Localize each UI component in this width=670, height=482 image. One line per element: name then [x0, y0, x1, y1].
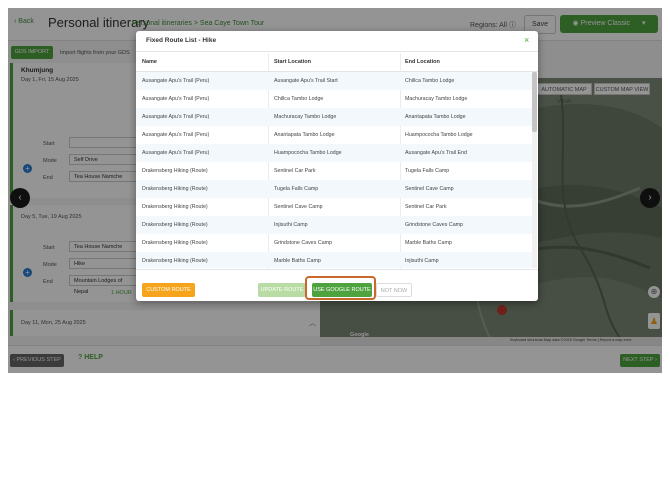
route-end-cell: Sentinel Car Park	[405, 204, 447, 210]
not-now-button[interactable]: NOT NOW	[376, 283, 412, 297]
route-start-cell: Marble Baths Camp	[274, 258, 321, 264]
route-start-cell: Sentinel Car Park	[274, 168, 316, 174]
route-name-cell: Ausangate Apu's Trail (Peru)	[142, 150, 210, 156]
modal-header: Fixed Route List - Hike ×	[136, 31, 538, 52]
route-start-cell: Machuracay Tambo Lodge	[274, 114, 337, 120]
route-end-cell: Machuracay Tambo Lodge	[405, 96, 468, 102]
route-row[interactable]: Ausangate Apu's Trail (Peru) Anantapata T…	[136, 126, 532, 144]
route-name-cell: Ausangate Apu's Trail (Peru)	[142, 96, 210, 102]
route-name-cell: Ausangate Apu's Trail (Peru)	[142, 114, 210, 120]
route-start-cell: Huampococha Tambo Lodge	[274, 150, 342, 156]
route-start-cell: Ausangate Apu's Trail Start	[274, 78, 338, 84]
route-row[interactable]: Drakensberg Hiking (Route) Injisuthi Camp…	[136, 216, 532, 234]
route-table-header: Name Start Location End Location	[136, 53, 538, 72]
route-row[interactable]: Ausangate Apu's Trail (Peru) Chillca Tamb…	[136, 90, 532, 108]
column-header-end: End Location	[405, 59, 440, 65]
column-header-start: Start Location	[274, 59, 311, 65]
route-end-cell: Chillca Tambo Lodge	[405, 78, 455, 84]
route-start-cell: Tugela Falls Camp	[274, 186, 319, 192]
route-name-cell: Drakensberg Hiking (Route)	[142, 204, 208, 210]
route-end-cell: Sentinel Cave Camp	[405, 186, 454, 192]
route-row[interactable]: Drakensberg Hiking (Route) Sentinel Car P…	[136, 162, 532, 180]
route-row[interactable]: Ausangate Apu's Trail (Peru) Huampococha …	[136, 144, 532, 162]
route-row[interactable]: Drakensberg Hiking (Route) Sentinel Cave …	[136, 198, 532, 216]
modal-title: Fixed Route List - Hike	[146, 37, 217, 44]
route-row[interactable]: Ausangate Apu's Trail (Peru) Machuracay T…	[136, 108, 532, 126]
route-start-cell: Injisuthi Camp	[274, 222, 308, 228]
route-start-cell: Anantapata Tambo Lodge	[274, 132, 335, 138]
route-end-cell: Injisuthi Camp	[405, 258, 439, 264]
route-end-cell: Ausangate Apu's Trail End	[405, 150, 467, 156]
route-start-cell: Grindstone Caves Camp	[274, 240, 332, 246]
scrollbar-thumb[interactable]	[532, 72, 537, 132]
route-name-cell: Drakensberg Hiking (Route)	[142, 186, 208, 192]
route-name-cell: Ausangate Apu's Trail (Peru)	[142, 78, 210, 84]
route-name-cell: Ausangate Apu's Trail (Peru)	[142, 132, 210, 138]
route-start-cell: Sentinel Cave Camp	[274, 204, 323, 210]
route-start-cell: Chillca Tambo Lodge	[274, 96, 324, 102]
close-icon[interactable]: ×	[524, 35, 529, 45]
custom-route-button[interactable]: CUSTOM ROUTE	[142, 283, 195, 297]
route-table-body: Ausangate Apu's Trail (Peru) Ausangate Ap…	[136, 72, 532, 268]
route-end-cell: Marble Baths Camp	[405, 240, 452, 246]
route-end-cell: Anantapata Tambo Lodge	[405, 114, 466, 120]
update-route-button[interactable]: UPDATE ROUTE	[258, 283, 306, 297]
route-row[interactable]: Drakensberg Hiking (Route) Marble Baths C…	[136, 252, 532, 268]
route-row[interactable]: Ausangate Apu's Trail (Peru) Ausangate Ap…	[136, 72, 532, 90]
route-name-cell: Drakensberg Hiking (Route)	[142, 168, 208, 174]
route-end-cell: Grindstone Caves Camp	[405, 222, 463, 228]
route-row[interactable]: Drakensberg Hiking (Route) Grindstone Cav…	[136, 234, 532, 252]
route-name-cell: Drakensberg Hiking (Route)	[142, 258, 208, 264]
route-row[interactable]: Drakensberg Hiking (Route) Tugela Falls C…	[136, 180, 532, 198]
fixed-route-modal: Fixed Route List - Hike × Name Start Loc…	[136, 31, 538, 301]
route-end-cell: Tugela Falls Camp	[405, 168, 450, 174]
route-name-cell: Drakensberg Hiking (Route)	[142, 222, 208, 228]
route-table-scrollbar[interactable]	[532, 72, 537, 268]
route-end-cell: Huampococha Tambo Lodge	[405, 132, 473, 138]
column-header-name: Name	[142, 59, 157, 65]
highlight-outline	[305, 276, 376, 300]
route-name-cell: Drakensberg Hiking (Route)	[142, 240, 208, 246]
